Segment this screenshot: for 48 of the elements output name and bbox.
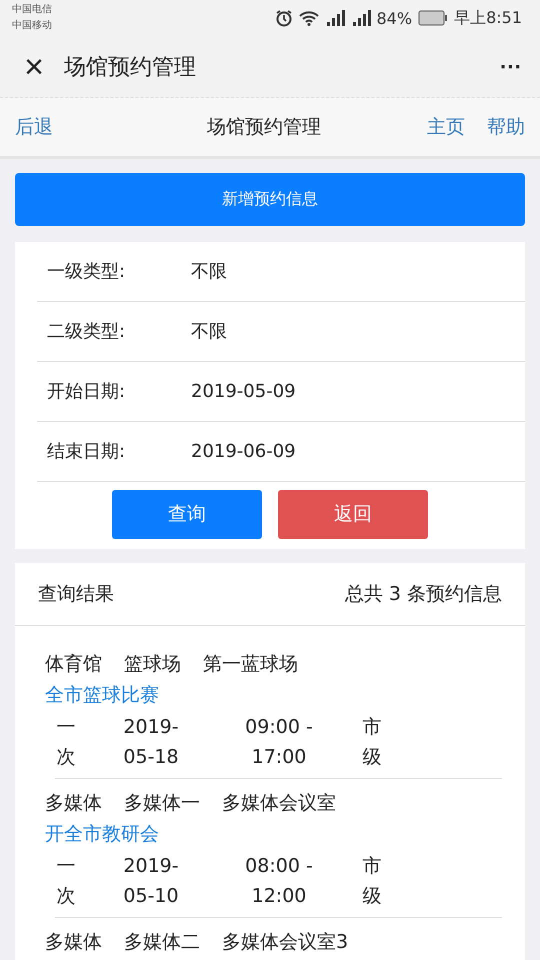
nav-link[interactable]: 帮助 bbox=[487, 114, 525, 140]
venue-text: 体育馆 bbox=[45, 652, 102, 677]
venue-text: 多媒体会议室3 bbox=[222, 930, 348, 955]
detail-text: 市级 bbox=[362, 714, 382, 770]
action-button[interactable]: 返回 bbox=[278, 490, 428, 539]
venue-text: 多媒体 bbox=[45, 790, 102, 816]
event-link[interactable]: 开全市教研会 bbox=[45, 816, 159, 851]
page-title: 场馆预约管理 bbox=[206, 115, 322, 140]
detail-text: 2019-05-18 bbox=[122, 714, 180, 770]
detail-text: 市级 bbox=[362, 854, 382, 909]
filter-value[interactable]: 2019-05-09 bbox=[191, 380, 296, 402]
venue-text: 多媒体二 bbox=[124, 930, 200, 955]
venue-text: 第一蓝球场 bbox=[203, 652, 298, 677]
filter-value[interactable]: 不限 bbox=[191, 259, 227, 284]
carrier-name: 中国电信 bbox=[12, 2, 52, 18]
venue-text: 篮球场 bbox=[124, 652, 181, 677]
signal-icon bbox=[350, 10, 370, 26]
filter-label: 结束日期: bbox=[46, 440, 126, 464]
more-button[interactable]: ··· bbox=[500, 54, 522, 80]
detail-text: 08:00 - 12:00 bbox=[244, 854, 314, 909]
alarm-icon bbox=[274, 9, 292, 28]
signal-icon bbox=[324, 10, 344, 26]
wifi-icon bbox=[298, 10, 318, 26]
battery-percent: 84% bbox=[376, 8, 412, 28]
battery-icon bbox=[418, 10, 448, 26]
window-title: 场馆预约管理 bbox=[64, 54, 197, 82]
add-booking-button[interactable]: 新增预约信息 bbox=[15, 173, 525, 226]
nav-link[interactable]: 主页 bbox=[427, 114, 465, 140]
filter-label: 一级类型: bbox=[46, 260, 126, 284]
results-title: 查询结果 bbox=[38, 582, 114, 607]
detail-text: 2019-05-10 bbox=[122, 854, 180, 909]
filter-label: 二级类型: bbox=[46, 320, 126, 344]
event-link[interactable]: 全市篮球比赛 bbox=[45, 678, 159, 712]
detail-text: 09:00 - 17:00 bbox=[244, 714, 314, 770]
filter-value[interactable]: 不限 bbox=[191, 319, 227, 344]
carrier-name: 中国移动 bbox=[12, 18, 52, 34]
detail-text: 一次 bbox=[56, 854, 76, 909]
filter-label: 开始日期: bbox=[46, 380, 126, 404]
clock-time: 早上8:51 bbox=[454, 8, 522, 29]
back-link[interactable]: 后退 bbox=[15, 114, 53, 140]
venue-text: 多媒体 bbox=[45, 930, 102, 955]
filter-value[interactable]: 2019-06-09 bbox=[191, 440, 296, 462]
results-summary: 总共 3 条预约信息 bbox=[344, 582, 502, 607]
action-button[interactable]: 查询 bbox=[112, 490, 262, 539]
close-button[interactable]: × bbox=[18, 50, 50, 83]
venue-text: 多媒体一 bbox=[124, 790, 200, 816]
venue-text: 多媒体会议室 bbox=[222, 790, 336, 816]
detail-text: 一次 bbox=[56, 714, 76, 770]
